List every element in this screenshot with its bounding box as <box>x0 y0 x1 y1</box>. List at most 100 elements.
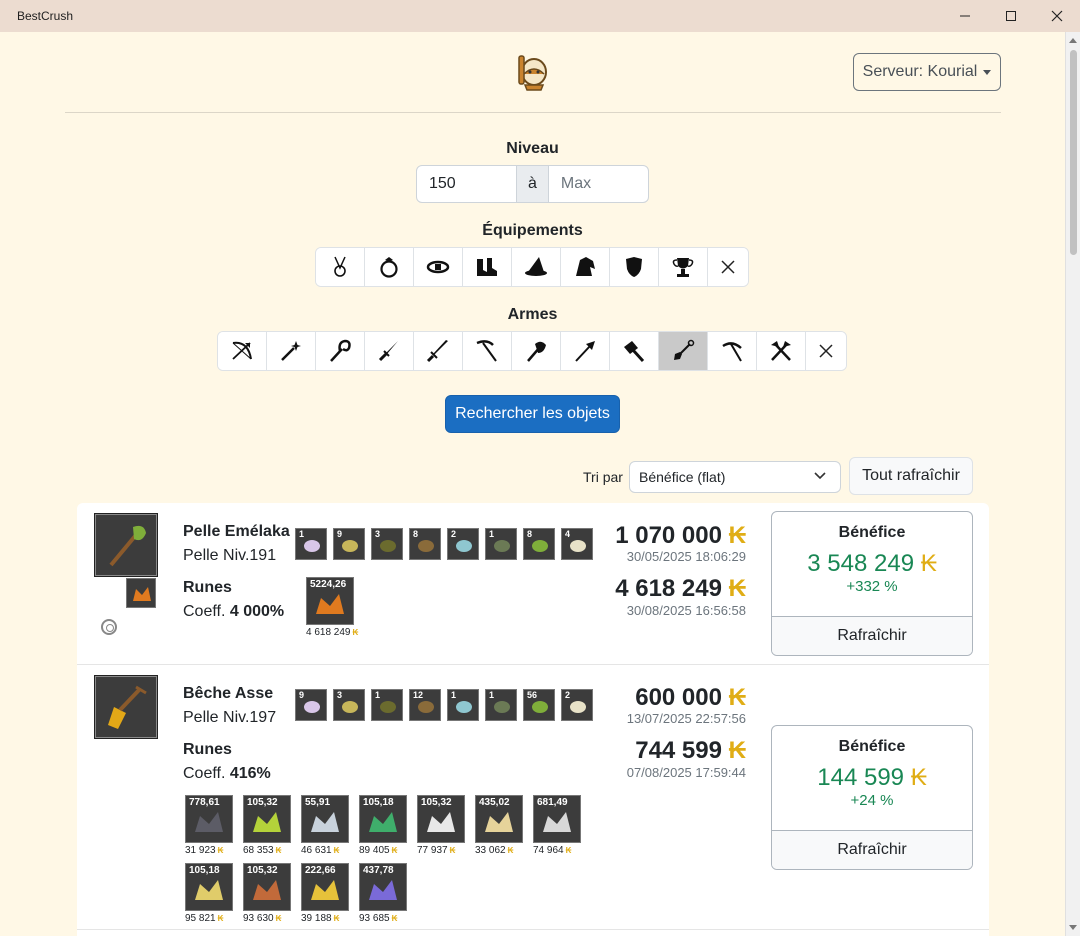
filter-shield[interactable] <box>610 248 659 286</box>
filter-sword[interactable] <box>414 332 463 370</box>
close-icon <box>1051 10 1063 22</box>
level-range: 150 à Max <box>416 165 649 203</box>
rune-price: 93 685 ₭ <box>359 913 398 924</box>
scrollbar[interactable] <box>1065 32 1080 936</box>
rune-icon: 105,18 <box>185 863 233 911</box>
stat-quantity: 1 <box>299 529 305 539</box>
sort-selected-value: Bénéfice (flat) <box>639 469 726 485</box>
sort-select[interactable]: Bénéfice (flat) <box>629 461 841 493</box>
filter-axe[interactable] <box>512 332 561 370</box>
stat-quantity: 8 <box>527 529 533 539</box>
hat-icon <box>525 257 547 276</box>
header-divider <box>65 112 1001 113</box>
trophy-icon <box>672 258 694 277</box>
rune-preview-thumbnail <box>126 578 156 608</box>
rune-quantity: 5224,26 <box>310 579 347 590</box>
stat-quantity: 12 <box>413 690 424 700</box>
rune-price: 89 405 ₭ <box>359 845 398 856</box>
rune-quantity: 105,18 <box>363 797 394 808</box>
spear-icon <box>575 341 595 362</box>
runes-label: Runes <box>183 579 232 596</box>
filter-dagger[interactable] <box>365 332 414 370</box>
rune-quantity: 222,66 <box>305 865 336 876</box>
rune-icon: 105,32 <box>243 795 291 843</box>
runes-label: Runes <box>183 741 232 758</box>
pickaxe-icon <box>722 342 742 362</box>
scroll-down-icon[interactable] <box>1069 925 1077 930</box>
sell-date: 07/08/2025 17:59:44 <box>626 765 746 780</box>
maximize-button[interactable] <box>988 0 1034 32</box>
rune-price: 93 630 ₭ <box>243 913 282 924</box>
filter-shovel[interactable] <box>659 332 708 370</box>
cloak-icon <box>576 257 595 276</box>
filter-hat[interactable] <box>512 248 561 286</box>
filter-trophy[interactable] <box>659 248 708 286</box>
axe-icon <box>527 341 546 362</box>
refresh-button[interactable]: Rafraîchir <box>772 616 972 655</box>
buy-price: 600 000 ₭ <box>635 684 746 711</box>
item-name: Bêche Asse <box>183 685 274 702</box>
scrollbar-thumb[interactable] <box>1070 50 1077 255</box>
rune-price: 39 188 ₭ <box>301 913 340 924</box>
stat-icon: 2 <box>447 528 479 560</box>
filter-belt[interactable] <box>414 248 463 286</box>
sword-icon <box>426 340 448 363</box>
minimize-button[interactable] <box>942 0 988 32</box>
rune-quantity: 55,91 <box>305 797 331 808</box>
rune-price: 95 821 ₭ <box>185 913 224 924</box>
target-icon[interactable] <box>101 619 117 635</box>
rune-icon: 222,66 <box>301 863 349 911</box>
filter-amulet[interactable] <box>316 248 365 286</box>
item-type-level: Pelle Niv.191 <box>183 547 277 564</box>
maximize-icon <box>1006 11 1016 21</box>
coeff-prefix: Coeff. <box>183 765 226 782</box>
filter-boots[interactable] <box>463 248 512 286</box>
filter-cloak[interactable] <box>561 248 610 286</box>
filter-ring[interactable] <box>365 248 414 286</box>
filter-hammer[interactable] <box>610 332 659 370</box>
rune-price: 4 618 249 ₭ <box>306 627 359 638</box>
close-button[interactable] <box>1034 0 1080 32</box>
window-title: BestCrush <box>17 9 74 23</box>
level-min-input[interactable]: 150 <box>417 166 516 202</box>
stat-icon: 1 <box>295 528 327 560</box>
buy-date: 30/05/2025 18:06:29 <box>626 549 746 564</box>
filter-bow[interactable] <box>218 332 267 370</box>
stat-icon: 8 <box>409 528 441 560</box>
window-titlebar: BestCrush <box>0 0 1080 32</box>
stat-quantity: 1 <box>451 690 457 700</box>
row-divider <box>77 664 989 665</box>
weapons-label: Armes <box>507 306 558 323</box>
filter-tools[interactable] <box>757 332 806 370</box>
stat-icon: 9 <box>295 689 327 721</box>
stat-icon: 8 <box>523 528 555 560</box>
level-max-input[interactable]: Max <box>549 166 648 202</box>
clear-weapons-button[interactable] <box>806 332 846 370</box>
filter-pickaxe[interactable] <box>708 332 757 370</box>
shovel-icon <box>674 339 695 360</box>
bow-icon <box>232 341 252 360</box>
stat-icon: 3 <box>371 528 403 560</box>
stat-icon: 3 <box>333 689 365 721</box>
clear-equipment-button[interactable] <box>708 248 748 286</box>
weapons-filter-group <box>217 331 847 371</box>
benefit-percent: +24 % <box>850 792 894 809</box>
scroll-up-icon[interactable] <box>1069 38 1077 43</box>
stat-quantity: 56 <box>527 690 538 700</box>
stat-icon: 56 <box>523 689 555 721</box>
rune-quantity: 105,32 <box>247 797 278 808</box>
coeff: Coeff. 416% <box>183 765 271 783</box>
filter-spear[interactable] <box>561 332 610 370</box>
clear-icon <box>819 344 833 358</box>
filter-scythe[interactable] <box>463 332 512 370</box>
sell-price: 744 599 ₭ <box>635 737 746 764</box>
refresh-button[interactable]: Rafraîchir <box>772 830 972 869</box>
benefit-label: Bénéfice <box>838 524 906 541</box>
stat-icon: 9 <box>333 528 365 560</box>
server-dropdown[interactable]: Serveur: Kourial <box>853 53 1001 91</box>
filter-staff[interactable] <box>316 332 365 370</box>
filter-wand[interactable] <box>267 332 316 370</box>
refresh-all-button[interactable]: Tout rafraîchir <box>849 457 973 495</box>
search-items-button[interactable]: Rechercher les objets <box>445 395 620 433</box>
rune-quantity: 435,02 <box>479 797 510 808</box>
